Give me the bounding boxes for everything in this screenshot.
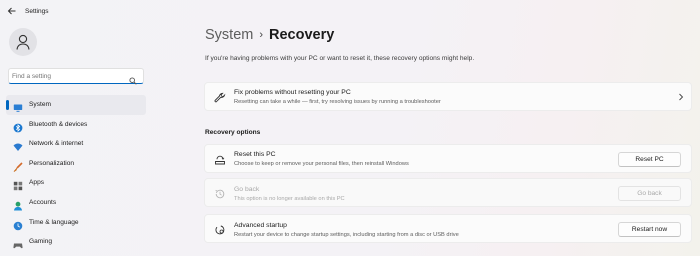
sidebar-item-network[interactable]: Network & internet	[6, 134, 146, 154]
sidebar-item-label: Gaming	[29, 238, 53, 246]
reset-pc-desc: Choose to keep or remove your personal f…	[234, 161, 409, 167]
fix-problems-desc: Resetting can take a while — first, try …	[234, 99, 441, 105]
go-back-desc: This option is no longer available on th…	[234, 196, 345, 202]
sidebar-item-accounts[interactable]: Accounts	[6, 193, 146, 213]
search-icon[interactable]	[129, 72, 137, 90]
sidebar-item-label: Personalization	[29, 159, 75, 167]
go-back-card: Go back This option is no longer availab…	[204, 178, 692, 207]
chevron-right-icon	[678, 93, 684, 103]
sidebar-item-label: System	[29, 101, 51, 108]
intro-text: If you're having problems with your PC o…	[205, 55, 475, 62]
app-title: Settings	[25, 8, 49, 15]
sidebar-item-time-language[interactable]: Time & language	[6, 213, 146, 233]
advanced-startup-card: Advanced startup Restart your device to …	[204, 214, 692, 243]
sidebar-item-label: Time & language	[29, 218, 79, 226]
sidebar-nav: System Bluetooth & devices Network & int…	[6, 95, 146, 252]
go-back-title: Go back	[234, 186, 260, 193]
advanced-startup-desc: Restart your device to change startup se…	[234, 232, 459, 238]
sidebar-item-bluetooth[interactable]: Bluetooth & devices	[6, 115, 146, 135]
search-box[interactable]	[8, 68, 144, 85]
globe-clock-icon	[13, 218, 23, 230]
breadcrumb-parent[interactable]: System	[205, 27, 253, 43]
reset-pc-button[interactable]: Reset PC	[618, 152, 681, 167]
advanced-startup-title: Advanced startup	[234, 222, 287, 229]
fix-problems-title: Fix problems without resetting your PC	[234, 89, 351, 96]
gamepad-icon	[13, 237, 23, 249]
reset-pc-icon	[214, 153, 226, 165]
wifi-icon	[13, 139, 23, 152]
back-arrow-icon[interactable]	[6, 6, 18, 18]
page-title: Recovery	[269, 27, 335, 43]
breadcrumb: System › Recovery	[205, 27, 334, 43]
user-icon	[16, 34, 30, 50]
section-title-recovery-options: Recovery options	[205, 129, 261, 136]
system-icon	[13, 100, 23, 112]
apps-icon	[13, 178, 23, 191]
breadcrumb-separator: ›	[259, 29, 264, 41]
brush-icon	[13, 159, 23, 173]
history-icon	[214, 187, 226, 199]
title-bar: Settings	[0, 0, 700, 24]
sidebar-item-label: Bluetooth & devices	[29, 120, 88, 128]
sidebar-item-label: Accounts	[29, 198, 57, 206]
sidebar-item-gaming[interactable]: Gaming	[6, 232, 146, 252]
accounts-icon	[13, 198, 23, 211]
sidebar-item-apps[interactable]: Apps	[6, 173, 146, 193]
reset-pc-card: Reset this PC Choose to keep or remove y…	[204, 144, 692, 173]
sidebar-item-label: Apps	[29, 179, 45, 187]
advanced-startup-icon	[214, 223, 226, 235]
search-input[interactable]	[12, 71, 130, 82]
restart-now-button[interactable]: Restart now	[618, 222, 681, 237]
sidebar-item-label: Network & internet	[29, 140, 84, 148]
sidebar-item-system[interactable]: System	[6, 95, 146, 115]
sidebar-item-personalization[interactable]: Personalization	[6, 154, 146, 174]
bluetooth-icon	[13, 120, 23, 132]
wrench-icon	[214, 91, 226, 103]
avatar[interactable]	[9, 28, 37, 56]
go-back-button: Go back	[618, 186, 681, 201]
fix-problems-card[interactable]: Fix problems without resetting your PC R…	[204, 82, 692, 111]
reset-pc-title: Reset this PC	[234, 151, 276, 158]
